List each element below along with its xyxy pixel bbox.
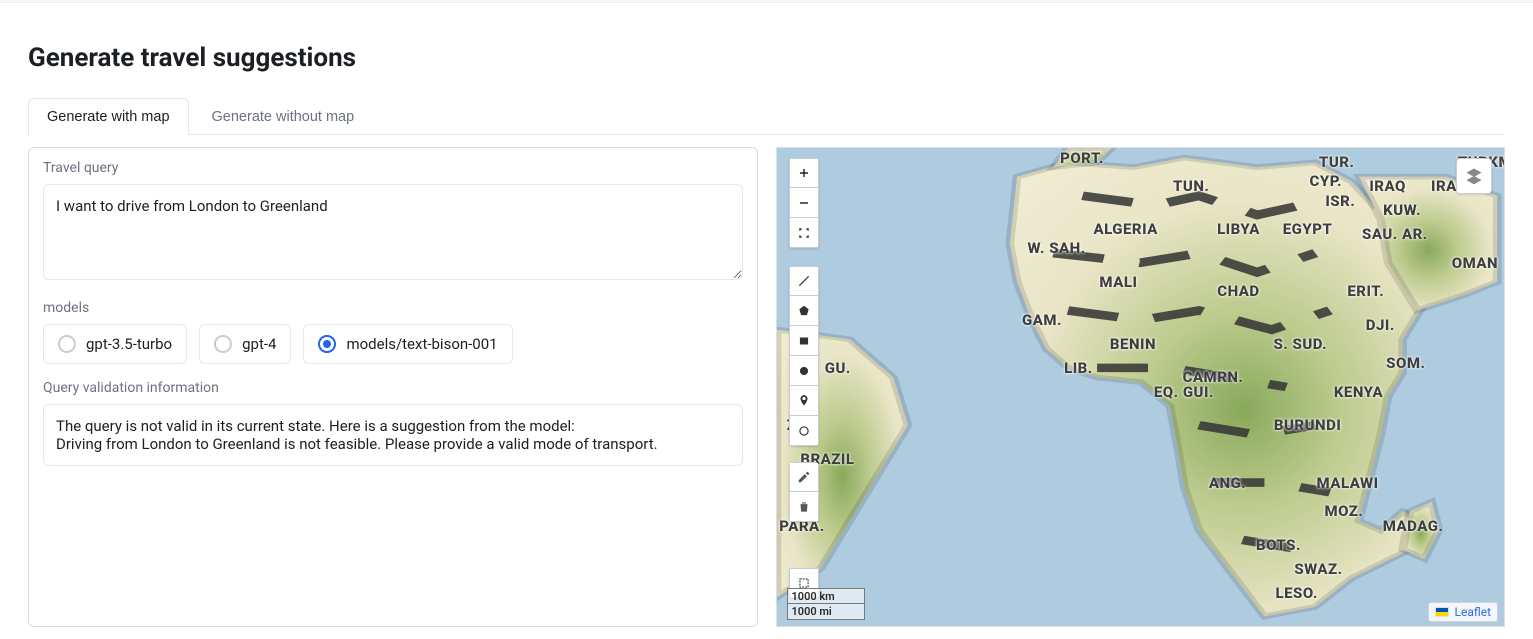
- fullscreen-icon: [797, 226, 811, 240]
- edit-icon: [797, 470, 811, 484]
- leaflet-attribution-link[interactable]: Leaflet: [1428, 602, 1498, 622]
- plus-icon: [797, 166, 811, 180]
- radio-icon: [58, 335, 76, 353]
- minus-icon: [797, 196, 811, 210]
- attribution-text: Leaflet: [1455, 605, 1491, 619]
- validation-label: Query validation information: [43, 380, 743, 396]
- layers-control: [1456, 158, 1492, 194]
- draw-rectangle-button[interactable]: [789, 326, 819, 356]
- zoom-out-button[interactable]: [789, 188, 819, 218]
- scale-bar: 1000 km 1000 mi: [787, 585, 865, 620]
- model-option-gpt4[interactable]: gpt-4: [199, 324, 291, 364]
- map-canvas: [777, 148, 1505, 626]
- model-option-label: gpt-4: [242, 335, 276, 353]
- layers-button[interactable]: [1456, 158, 1492, 194]
- draw-tools: [789, 266, 819, 446]
- edit-tools: [789, 462, 819, 522]
- validation-output: The query is not valid in its current st…: [43, 404, 743, 466]
- delete-shapes-button[interactable]: [789, 492, 819, 522]
- model-option-label: models/text-bison-001: [346, 335, 497, 353]
- tab-generate-with-map[interactable]: Generate with map: [28, 98, 189, 135]
- model-option-label: gpt-3.5-turbo: [86, 335, 172, 353]
- draw-polygon-button[interactable]: [789, 296, 819, 326]
- layers-icon: [1464, 166, 1484, 186]
- page-title: Generate travel suggestions: [28, 43, 1505, 73]
- model-option-bison[interactable]: models/text-bison-001: [303, 324, 512, 364]
- page: Generate travel suggestions Generate wit…: [0, 3, 1533, 639]
- validation-group: Query validation information The query i…: [43, 380, 743, 466]
- circle-outline-icon: [797, 424, 811, 438]
- travel-query-label: Travel query: [43, 160, 743, 176]
- edit-shapes-button[interactable]: [789, 462, 819, 492]
- models-group: models gpt-3.5-turbo gpt-4 models/text-b…: [43, 300, 743, 364]
- scale-mi: 1000 mi: [787, 604, 865, 620]
- radio-icon: [214, 335, 232, 353]
- scale-km: 1000 km: [787, 588, 865, 604]
- draw-line-button[interactable]: [789, 266, 819, 296]
- models-radio-row: gpt-3.5-turbo gpt-4 models/text-bison-00…: [43, 324, 743, 364]
- pentagon-icon: [797, 304, 811, 318]
- tab-label: Generate without map: [212, 109, 355, 125]
- draw-circlemarker-button[interactable]: [789, 416, 819, 446]
- zoom-controls: [789, 158, 819, 248]
- trash-icon: [797, 500, 811, 514]
- content-grid: Travel query models gpt-3.5-turbo gpt-4: [28, 147, 1505, 627]
- draw-circle-button[interactable]: [789, 356, 819, 386]
- circle-icon: [797, 364, 811, 378]
- pin-icon: [797, 394, 811, 408]
- tab-generate-without-map[interactable]: Generate without map: [193, 98, 374, 135]
- form-card: Travel query models gpt-3.5-turbo gpt-4: [28, 147, 758, 627]
- travel-query-group: Travel query: [43, 160, 743, 284]
- map[interactable]: PORT.TUR.TURKMECYP.IRAQIRANISR.TUN.KUW.A…: [776, 147, 1506, 627]
- model-option-gpt35[interactable]: gpt-3.5-turbo: [43, 324, 187, 364]
- tab-label: Generate with map: [47, 109, 170, 125]
- models-label: models: [43, 300, 743, 316]
- travel-query-input[interactable]: [43, 184, 743, 280]
- draw-marker-button[interactable]: [789, 386, 819, 416]
- ukraine-flag-icon: [1435, 607, 1449, 617]
- fullscreen-button[interactable]: [789, 218, 819, 248]
- square-icon: [797, 334, 811, 348]
- attribution: Leaflet: [1428, 602, 1498, 622]
- radio-icon: [318, 335, 336, 353]
- tabs: Generate with map Generate without map: [28, 97, 1505, 135]
- line-icon: [797, 274, 811, 288]
- zoom-in-button[interactable]: [789, 158, 819, 188]
